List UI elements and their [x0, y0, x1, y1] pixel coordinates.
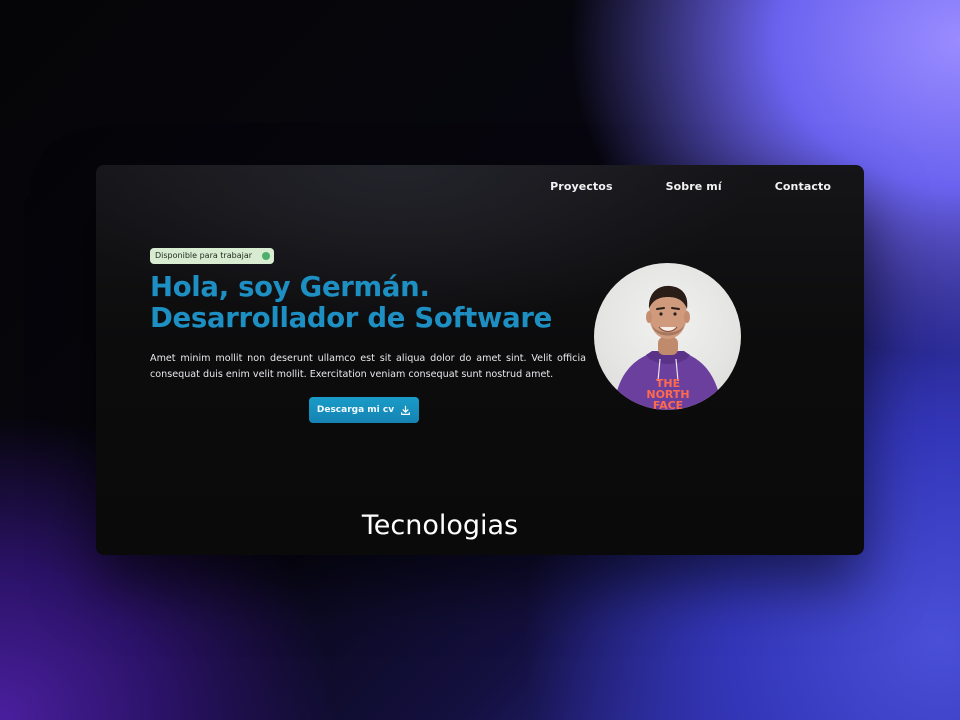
svg-text:FACE: FACE [653, 399, 683, 410]
status-dot-icon [262, 252, 271, 260]
download-icon [400, 405, 411, 416]
technologies-heading: Tecnologias [361, 510, 519, 541]
hero-description: Amet minim mollit non deserunt ullamco e… [150, 353, 586, 380]
nav-link-proyectos[interactable]: Proyectos [550, 180, 612, 193]
download-cv-button[interactable]: Descarga mi cv [309, 397, 419, 423]
availability-badge-label: Disponible para trabajar [155, 251, 253, 260]
download-cv-label: Descarga mi cv [316, 405, 395, 415]
profile-photo: THE NORTH FACE [594, 263, 741, 410]
hero-title-line-1: Hola, soy Germán. [150, 271, 430, 303]
hero-title-line-2: Desarrollador de Software [150, 302, 552, 334]
portfolio-window: Proyectos Sobre mí Contacto Disponible p… [96, 165, 864, 555]
nav-link-contacto[interactable]: Contacto [775, 180, 831, 193]
hero-title: Hola, soy Germán. Desarrollador de Softw… [150, 272, 552, 334]
nav-link-sobre-mi[interactable]: Sobre mí [666, 180, 722, 193]
availability-badge: Disponible para trabajar [150, 248, 275, 264]
top-nav: Proyectos Sobre mí Contacto [550, 180, 831, 193]
